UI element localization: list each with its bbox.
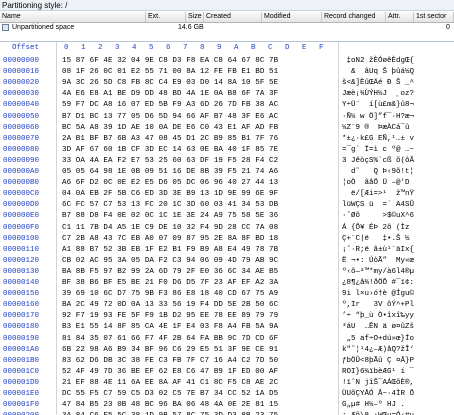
hex-column-header: Offset 0 1 2 3 4 5 6 7 8 9 A B C D E F	[0, 42, 454, 55]
file-size: 14.6 GB	[178, 24, 204, 31]
hex-editor[interactable]: Offset 0 1 2 3 4 5 6 7 8 9 A B C D E F 0…	[0, 41, 454, 415]
column-record-changed[interactable]: Record changed	[322, 12, 386, 22]
row-offset: 00000200	[3, 410, 39, 415]
file-sector: 0	[446, 24, 450, 31]
column-modified[interactable]: Modified	[262, 12, 322, 22]
col-hdr: C	[268, 44, 273, 52]
drive-icon	[2, 24, 9, 31]
column-1st-sector[interactable]: 1st sector	[414, 12, 454, 22]
col-hdr: 5	[149, 44, 154, 52]
col-hdr: 3	[115, 44, 120, 52]
offset-label: Offset	[12, 44, 40, 52]
col-hdr: E	[302, 44, 307, 52]
col-hdr: 2	[98, 44, 103, 52]
row-text[interactable]: :„Æõ\8 ›WŒu=Ó‹#u	[342, 410, 414, 415]
hex-row[interactable]: 00000200 3A 84 C6 F5 5C 38 1D 9B 57 8C 75…	[0, 410, 454, 415]
file-list-header: Name Ext. Size Created Modified Record c…	[0, 12, 454, 23]
column-created[interactable]: Created	[204, 12, 262, 22]
col-hdr: 9	[217, 44, 222, 52]
col-hdr: A	[234, 44, 239, 52]
column-size[interactable]: Size	[186, 12, 204, 22]
column-ext[interactable]: Ext.	[146, 12, 186, 22]
pane-divider	[0, 33, 454, 41]
file-name: Unpartitioned space	[12, 24, 75, 31]
col-hdr: 1	[81, 44, 86, 52]
file-row[interactable]: Unpartitioned space 14.6 GB 0	[0, 23, 454, 33]
col-hdr: 4	[132, 44, 137, 52]
column-name[interactable]: Name	[0, 12, 146, 22]
col-hdr: D	[285, 44, 290, 52]
col-hdr: 8	[200, 44, 205, 52]
window-title: Partitioning style: /	[0, 0, 454, 11]
column-attr[interactable]: Attr.	[386, 12, 414, 22]
row-hex-bytes[interactable]: 3A 84 C6 F5 5C 38 1D 9B 57 8C 75 3D D3 8…	[62, 410, 278, 415]
col-hdr: B	[251, 44, 256, 52]
col-hdr: 0	[64, 44, 69, 52]
col-hdr: 7	[183, 44, 188, 52]
col-hdr: F	[319, 44, 324, 52]
col-hdr: 6	[166, 44, 171, 52]
